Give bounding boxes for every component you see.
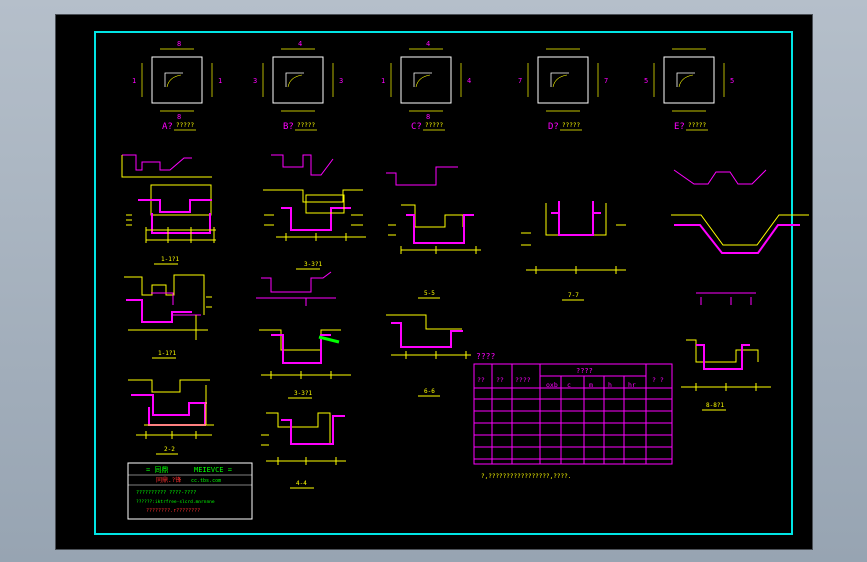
title-block-line: MEIEVCE =: [194, 466, 232, 474]
plan-right-label: 1: [218, 77, 222, 85]
plan-view: 7 7 D??????: [518, 48, 608, 132]
plan-view: 5 5 E??????: [644, 48, 734, 132]
section-2-2: [128, 379, 214, 439]
plan-view: 3 3 4 B??????: [253, 40, 343, 132]
plan-caption: ?????: [688, 122, 706, 129]
plan-top-label: 4: [426, 40, 430, 48]
section-7-7: [521, 201, 626, 274]
table-header: h: [608, 381, 612, 389]
cad-drawing: 1 1 8 8 A? ????? 3 3 4 B? ????? 1 4 4 8 C? ????? 7 7 D?????…: [94, 31, 809, 535]
section-8-8: [671, 169, 809, 391]
title-block-line: ????????.r????????: [146, 508, 200, 514]
sheet-border: [94, 31, 793, 535]
plan-right-label: 5: [730, 77, 734, 85]
title-block-line: ??????:iktrfree-slcrd.mnrnnne: [136, 499, 215, 505]
section-label: 8-8?1: [706, 402, 724, 409]
section-4-4: [261, 412, 346, 465]
section-3-3-mid: [256, 271, 351, 379]
plan-right-label: 3: [339, 77, 343, 85]
plan-caption: ?????: [425, 122, 443, 129]
table-header: hr: [628, 381, 636, 389]
section-6-6: [386, 314, 471, 359]
title-block-line: ?????????? ????-????: [136, 490, 196, 496]
table-note: ?,?????????????????,????.: [481, 473, 571, 480]
plan-top-label: 8: [177, 40, 181, 48]
table-header: c: [567, 381, 571, 389]
table-header: oxb: [546, 381, 558, 389]
table-header-group: ????: [576, 367, 593, 375]
section-label: 1-1?1: [161, 256, 179, 263]
table-title: ????: [476, 352, 495, 361]
plan-label: B?: [283, 122, 294, 132]
plan-view: 1 1 8 8 A??????: [132, 40, 222, 132]
plan-bottom-label: 8: [177, 113, 181, 121]
title-block-line: = 同鼎: [146, 466, 168, 474]
table-header: ? ?: [652, 376, 664, 384]
section-1-1-top: [121, 154, 216, 243]
cad-viewport[interactable]: 1 1 8 8 A?????? 3 3 4 B?????? 1 4 4 8 C?????? 7 7 D?????…: [55, 14, 813, 550]
section-label: 3-3?1: [304, 261, 322, 268]
table-headers: ???? ???????? oxb c m h hr ? ?: [477, 367, 664, 389]
plan-left-label: 7: [518, 77, 522, 85]
section-label: 1-1?1: [158, 350, 176, 357]
plan-label: E?: [674, 122, 685, 132]
section-label: 5-5: [424, 290, 435, 297]
table-header: ??: [477, 376, 485, 384]
plan-top-label: 4: [298, 40, 302, 48]
section-5-5: [386, 166, 481, 254]
section-label: 2-2: [164, 446, 175, 453]
plan-label: C?: [411, 122, 422, 132]
section-label: 4-4: [296, 480, 307, 487]
plan-caption: ?????: [562, 122, 580, 129]
plan-label: A?: [162, 122, 173, 132]
table-header: ????: [515, 376, 531, 384]
plan-caption: ?????: [297, 122, 315, 129]
plan-left-label: 5: [644, 77, 648, 85]
title-block-line: cc.tbs.com: [191, 478, 221, 484]
section-label: 7-7: [568, 292, 579, 299]
title-block-line: 同鼎.?锋: [156, 476, 181, 484]
plan-right-label: 4: [467, 77, 471, 85]
section-3-3-top: [263, 154, 366, 241]
plan-views: 1 1 8 8 A? ????? 3 3 4 B? ????? 1 4 4 8 C? ????? 7 7 D?????…: [132, 40, 734, 132]
plan-left-label: 1: [132, 77, 136, 85]
section-label: 3-3?1: [294, 390, 312, 397]
plan-left-label: 3: [253, 77, 257, 85]
plan-bottom-label: 8: [426, 113, 430, 121]
table-header: m: [589, 381, 593, 389]
plan-caption: ?????: [176, 122, 194, 129]
section-label: 6-6: [424, 388, 435, 395]
table-header: ??: [496, 376, 504, 384]
plan-label: D?: [548, 122, 559, 132]
plan-left-label: 1: [381, 77, 385, 85]
plan-right-label: 7: [604, 77, 608, 85]
section-1-1-mid: [124, 274, 212, 340]
plan-view: 1 4 4 8 C??????: [381, 40, 471, 132]
